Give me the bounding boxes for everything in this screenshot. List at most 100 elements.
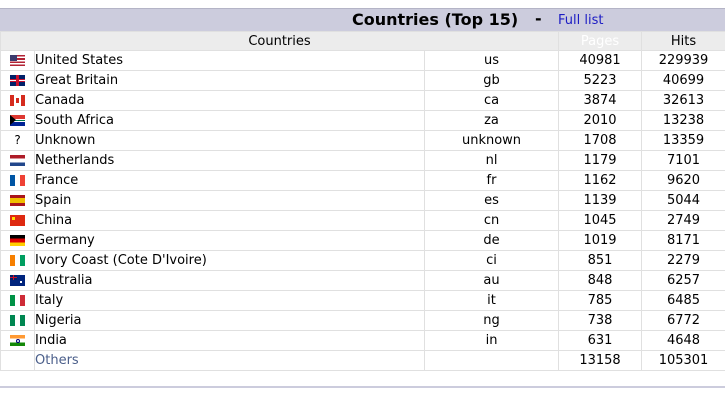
country-name: Great Britain <box>34 70 425 91</box>
pages-value: 1045 <box>558 210 643 231</box>
country-name: France <box>34 170 425 191</box>
countries-table: Countries Pages Hits United States us 4098… <box>0 31 725 371</box>
pages-value: 785 <box>558 290 643 311</box>
country-code: fr <box>423 170 560 191</box>
flag-cell <box>0 50 35 71</box>
table-row: Spain es 1139 5044 <box>0 190 725 211</box>
country-code: us <box>423 50 560 71</box>
hits-value: 5044 <box>641 190 725 211</box>
au-flag-icon <box>10 275 25 286</box>
nl-flag-icon <box>10 155 25 166</box>
hits-value: 40699 <box>641 70 725 91</box>
full-list-link[interactable]: Full list <box>558 13 603 28</box>
country-name: Netherlands <box>34 150 425 171</box>
hits-value: 229939 <box>641 50 725 71</box>
flag-cell <box>0 110 35 131</box>
pages-value: 2010 <box>558 110 643 131</box>
flag-cell <box>0 90 35 111</box>
table-row: ? Unknown unknown 1708 13359 <box>0 130 725 151</box>
table-row: China cn 1045 2749 <box>0 210 725 231</box>
hits-value: 32613 <box>641 90 725 111</box>
table-row: India in 631 4648 <box>0 330 725 351</box>
country-code: ca <box>423 90 560 111</box>
pages-value: 631 <box>558 330 643 351</box>
ng-flag-icon <box>10 315 25 326</box>
hits-value: 6772 <box>641 310 725 331</box>
pages-value: 1162 <box>558 170 643 191</box>
hits-value: 9620 <box>641 170 725 191</box>
country-code: in <box>423 330 560 351</box>
table-row: United States us 40981 229939 <box>0 50 725 71</box>
country-code: au <box>423 270 560 291</box>
panel-title-bar: Countries (Top 15) - Full list <box>0 8 725 31</box>
pages-value: 1139 <box>558 190 643 211</box>
table-row: Ivory Coast (Cote D'Ivoire) ci 851 2279 <box>0 250 725 271</box>
country-code: ng <box>423 310 560 331</box>
pages-value: 848 <box>558 270 643 291</box>
cn-flag-icon <box>10 215 25 226</box>
country-name: Nigeria <box>34 310 425 331</box>
table-row: France fr 1162 9620 <box>0 170 725 191</box>
others-row: Others 13158 105301 <box>0 350 725 371</box>
flag-cell <box>0 250 35 271</box>
flag-cell <box>0 290 35 311</box>
country-name: China <box>34 210 425 231</box>
others-hits: 105301 <box>641 350 725 371</box>
pages-value: 1179 <box>558 150 643 171</box>
hits-value: 6485 <box>641 290 725 311</box>
country-name: South Africa <box>34 110 425 131</box>
hits-column-header: Hits <box>641 31 725 51</box>
others-label: Others <box>34 350 425 371</box>
flag-cell <box>0 270 35 291</box>
unknown-flag-icon: ? <box>14 135 21 146</box>
table-row: Netherlands nl 1179 7101 <box>0 150 725 171</box>
country-code: it <box>423 290 560 311</box>
pages-value: 3874 <box>558 90 643 111</box>
hits-value: 2749 <box>641 210 725 231</box>
flag-cell <box>0 70 35 91</box>
country-name: Italy <box>34 290 425 311</box>
others-code-cell <box>423 350 560 371</box>
country-code: cn <box>423 210 560 231</box>
pages-value: 40981 <box>558 50 643 71</box>
hits-value: 13238 <box>641 110 725 131</box>
table-row: Great Britain gb 5223 40699 <box>0 70 725 91</box>
de-flag-icon <box>10 235 25 246</box>
country-code: gb <box>423 70 560 91</box>
table-header-row: Countries Pages Hits <box>0 31 725 51</box>
country-name: Germany <box>34 230 425 251</box>
country-name: Unknown <box>34 130 425 151</box>
table-row: Nigeria ng 738 6772 <box>0 310 725 331</box>
table-row: Australia au 848 6257 <box>0 270 725 291</box>
country-name: Spain <box>34 190 425 211</box>
country-code: nl <box>423 150 560 171</box>
za-flag-icon <box>10 115 25 126</box>
pages-column-header: Pages <box>558 31 643 51</box>
table-row: South Africa za 2010 13238 <box>0 110 725 131</box>
hits-value: 2279 <box>641 250 725 271</box>
country-code: ci <box>423 250 560 271</box>
flag-cell <box>0 230 35 251</box>
country-name: Australia <box>34 270 425 291</box>
hits-value: 8171 <box>641 230 725 251</box>
pages-value: 738 <box>558 310 643 331</box>
flag-cell <box>0 150 35 171</box>
es-flag-icon <box>10 195 25 206</box>
country-name: India <box>34 330 425 351</box>
hits-value: 6257 <box>641 270 725 291</box>
country-code: unknown <box>423 130 560 151</box>
country-code: es <box>423 190 560 211</box>
country-name: United States <box>34 50 425 71</box>
flag-cell <box>0 310 35 331</box>
country-name: Canada <box>34 90 425 111</box>
others-flag-cell <box>0 350 35 371</box>
hits-value: 4648 <box>641 330 725 351</box>
flag-cell: ? <box>0 130 35 151</box>
ca-flag-icon <box>10 95 25 106</box>
country-code: za <box>423 110 560 131</box>
hits-value: 7101 <box>641 150 725 171</box>
gb-flag-icon <box>10 75 25 86</box>
panel-title: Countries (Top 15) <box>352 10 519 29</box>
flag-cell <box>0 170 35 191</box>
ci-flag-icon <box>10 255 25 266</box>
